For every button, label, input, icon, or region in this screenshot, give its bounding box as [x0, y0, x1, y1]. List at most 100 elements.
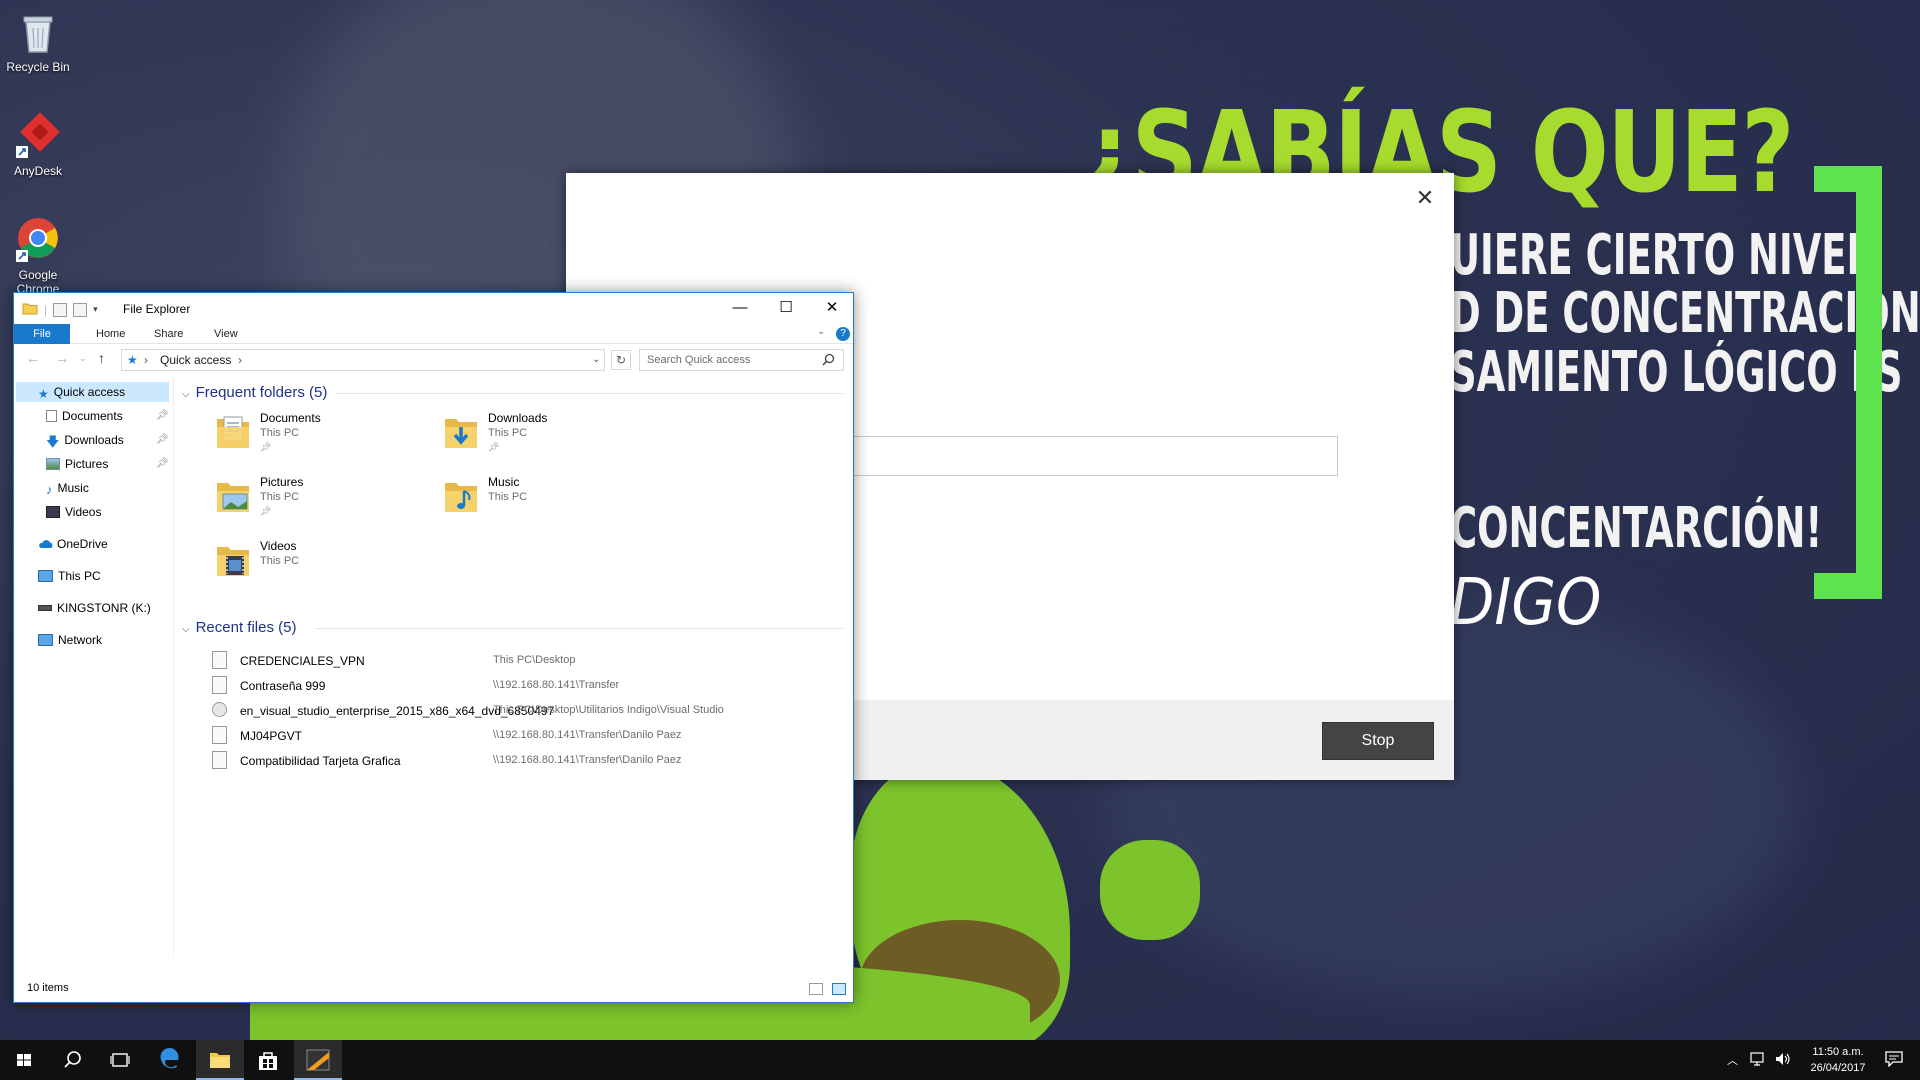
system-clock[interactable]: 11:50 a.m. 26/04/2017	[1794, 1044, 1882, 1076]
sidebar-item-kingstonr[interactable]: KINGSTONR (K:)	[38, 598, 151, 618]
large-icons-view-icon[interactable]	[832, 983, 846, 995]
desktop-icon-anydesk[interactable]: AnyDesk	[4, 112, 72, 178]
frequent-folders-header[interactable]: ⌵ Frequent folders (5)	[182, 384, 327, 401]
desktop-icon-chrome[interactable]: Google Chrome	[4, 216, 72, 296]
documents-icon	[46, 410, 57, 422]
help-icon[interactable]: ?	[836, 327, 850, 341]
recent-file-row[interactable]: MJ04PGVT \\192.168.80.141\Transfer\Danil…	[212, 724, 842, 748]
sidebar-item-label: OneDrive	[57, 537, 108, 551]
network-status-icon[interactable]	[1750, 1052, 1768, 1069]
sidebar-item-downloads[interactable]: 🡇 Downloads	[46, 430, 124, 450]
music-icon: ♪	[46, 482, 53, 497]
app-taskbar-button[interactable]	[294, 1040, 342, 1080]
edge-taskbar-button[interactable]	[146, 1040, 194, 1080]
minimize-button[interactable]: —	[717, 293, 763, 323]
address-field[interactable]: ★ › Quick access › ⌄	[121, 349, 605, 371]
file-name: CREDENCIALES_VPN	[240, 654, 365, 668]
pin-icon[interactable]: 📌︎	[156, 410, 169, 421]
sidebar-item-onedrive[interactable]: OneDrive	[38, 534, 108, 554]
title-bar[interactable]: | ▾ File Explorer — ☐ ✕	[14, 293, 853, 324]
folder-tile-videos[interactable]: Videos This PC	[216, 539, 436, 589]
folder-tile-downloads[interactable]: Downloads This PC 📌︎	[444, 411, 664, 461]
tab-home[interactable]: Home	[84, 324, 137, 344]
folder-tile-pictures[interactable]: Pictures This PC 📌︎	[216, 475, 436, 525]
back-arrow-icon[interactable]: ←	[26, 350, 40, 366]
tab-view[interactable]: View	[202, 324, 250, 344]
sidebar-item-pictures[interactable]: Pictures	[46, 454, 108, 474]
folder-name: Pictures	[260, 475, 304, 489]
forward-arrow-icon[interactable]: →	[55, 350, 69, 366]
breadcrumb-separator: ›	[144, 353, 148, 367]
refresh-icon[interactable]: ↻	[611, 350, 631, 370]
recycle-bin-icon	[14, 8, 62, 56]
maximize-button[interactable]: ☐	[763, 293, 809, 323]
edge-icon	[160, 1048, 179, 1069]
recent-locations-icon[interactable]: ⌄	[79, 353, 87, 364]
close-icon[interactable]: ✕	[1412, 185, 1438, 211]
store-taskbar-button[interactable]	[244, 1040, 292, 1080]
details-view-icon[interactable]	[809, 983, 823, 995]
start-button[interactable]	[0, 1040, 48, 1080]
sidebar-item-network[interactable]: Network	[38, 630, 102, 650]
folder-location: This PC	[260, 427, 300, 439]
file-path: This PC\Desktop\Utilitarios Indigo\Visua…	[493, 704, 724, 716]
chevron-up-icon[interactable]: ︿	[1727, 1052, 1738, 1068]
sidebar-item-label: Music	[57, 481, 89, 495]
folder-location: This PC	[260, 555, 300, 567]
sidebar-item-quick-access[interactable]: ★ Quick access	[16, 382, 169, 402]
address-dropdown-icon[interactable]: ⌄	[592, 350, 600, 370]
sidebar-item-label: This PC	[58, 569, 101, 583]
recent-files-header[interactable]: ⌵ Recent files (5)	[182, 619, 296, 636]
clock-time: 11:50 a.m.	[1812, 1046, 1864, 1058]
sidebar-item-documents[interactable]: Documents	[46, 406, 123, 426]
status-bar: 10 items	[14, 977, 853, 1002]
wallpaper-line: CONCENTARCIÓN!	[1450, 496, 1823, 561]
action-center-icon[interactable]	[1885, 1051, 1903, 1070]
pin-icon[interactable]: 📌︎	[156, 434, 169, 445]
recent-file-row[interactable]: en_visual_studio_enterprise_2015_x86_x64…	[212, 699, 842, 723]
pin-icon: 📌︎	[260, 506, 272, 516]
document-file-icon	[212, 726, 227, 744]
folder-location: This PC	[488, 491, 528, 503]
folder-tile-documents[interactable]: Documents This PC 📌︎	[216, 411, 436, 461]
taskbar: ︿ 11:50 a.m. 26/04/2017	[0, 1040, 1920, 1080]
dialog-input-field[interactable]	[816, 436, 1338, 476]
section-divider	[336, 393, 843, 394]
file-path: This PC\Desktop	[493, 654, 576, 666]
folder-name: Documents	[260, 411, 321, 425]
wallpaper-bracket	[1814, 166, 1882, 599]
file-name: Contraseña 999	[240, 679, 326, 693]
desktop-icon-recycle-bin[interactable]: Recycle Bin	[4, 8, 72, 74]
folder-tile-music[interactable]: Music This PC	[444, 475, 664, 525]
chevron-down-icon[interactable]: ▾	[93, 304, 98, 315]
file-name: MJ04PGVT	[240, 729, 303, 743]
expand-ribbon-icon[interactable]: ⌄	[817, 326, 825, 337]
up-arrow-icon[interactable]: ↑	[98, 350, 105, 366]
search-input[interactable]: Search Quick access	[639, 349, 844, 371]
file-explorer-taskbar-button[interactable]	[196, 1040, 244, 1080]
task-view-button[interactable]	[96, 1040, 144, 1080]
clock-date: 26/04/2017	[1810, 1062, 1866, 1074]
recent-file-row[interactable]: Compatibilidad Tarjeta Grafica \\192.168…	[212, 749, 842, 773]
breadcrumb-quick-access[interactable]: Quick access	[160, 350, 231, 370]
tab-share[interactable]: Share	[142, 324, 195, 344]
search-button[interactable]	[48, 1040, 96, 1080]
new-folder-icon[interactable]	[73, 302, 88, 317]
onedrive-icon	[38, 536, 53, 548]
properties-icon[interactable]	[53, 302, 68, 317]
this-pc-icon	[38, 570, 53, 582]
close-button[interactable]: ✕	[809, 293, 855, 323]
breadcrumb-separator[interactable]: ›	[238, 350, 242, 370]
stop-button[interactable]: Stop	[1322, 722, 1434, 760]
sidebar-item-videos[interactable]: Videos	[46, 502, 101, 522]
folder-icon	[210, 1053, 230, 1068]
app-icon	[306, 1049, 330, 1071]
pin-icon[interactable]: 📌︎	[156, 458, 169, 469]
recent-file-row[interactable]: CREDENCIALES_VPN This PC\Desktop	[212, 649, 842, 673]
folder-name: Music	[488, 475, 520, 489]
sidebar-item-music[interactable]: ♪ Music	[46, 478, 89, 498]
tab-file[interactable]: File	[14, 324, 70, 344]
sidebar-item-this-pc[interactable]: This PC	[38, 566, 101, 586]
volume-icon[interactable]	[1775, 1052, 1791, 1069]
recent-file-row[interactable]: Contraseña 999 \\192.168.80.141\Transfer	[212, 674, 842, 698]
